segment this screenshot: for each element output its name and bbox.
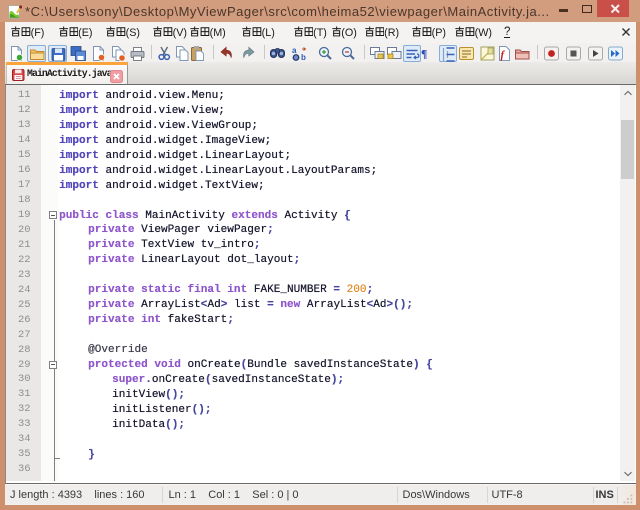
- svg-text:¶: ¶: [421, 47, 427, 60]
- svg-text:a: a: [292, 46, 297, 55]
- svg-text:b: b: [301, 53, 306, 62]
